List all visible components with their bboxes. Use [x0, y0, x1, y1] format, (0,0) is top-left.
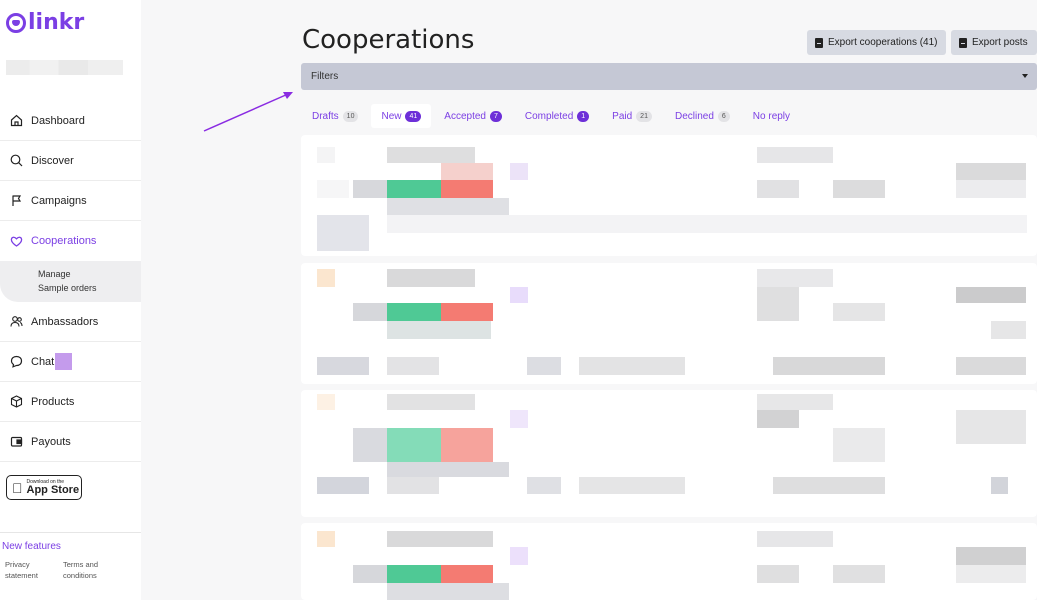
apple-icon:  [12, 481, 23, 495]
sidebar-item-label: Products [31, 395, 75, 408]
sidebar-item-label: Chat [31, 355, 55, 368]
tab-count-badge: 10 [342, 110, 359, 122]
tab-count-badge: 41 [405, 110, 422, 122]
cooperation-card[interactable] [301, 390, 1037, 517]
filters-dropdown[interactable]: Filters [301, 63, 1037, 90]
tab-label: Accepted [444, 110, 486, 122]
tab-count-badge: 6 [717, 110, 730, 122]
sidebar-item-payouts[interactable]: Payouts [0, 422, 141, 462]
brand-name: linkr [28, 10, 85, 35]
sidebar-item-chat[interactable]: Chat [0, 342, 141, 382]
cooperations-subnav: Manage Sample orders [0, 261, 141, 302]
wallet-icon [8, 434, 24, 450]
sidebar-item-label: Campaigns [31, 194, 87, 207]
subnav-item-sample-orders[interactable]: Sample orders [38, 281, 141, 295]
sidebar-item-label: Ambassadors [31, 315, 99, 328]
tab-accepted[interactable]: Accepted 7 [434, 104, 512, 128]
search-icon [8, 153, 24, 169]
sidebar-nav: Dashboard Discover Campaigns Cooperation… [0, 101, 141, 462]
tab-drafts[interactable]: Drafts 10 [302, 104, 368, 128]
tab-new[interactable]: New 41 [371, 104, 432, 128]
document-icon [959, 37, 967, 48]
profile-name-blurred [6, 60, 123, 75]
tab-count-badge: 21 [636, 110, 652, 122]
accept-button-blurred[interactable] [387, 565, 441, 583]
status-tabs: Drafts 10 New 41 Accepted 7 Completed 1 … [302, 104, 803, 128]
export-posts-button[interactable]: Export posts [951, 30, 1037, 55]
export-posts-label: Export posts [972, 37, 1028, 48]
cooperation-card[interactable] [301, 263, 1037, 384]
decline-button-blurred[interactable] [441, 565, 493, 583]
tab-declined[interactable]: Declined 6 [665, 104, 740, 128]
cooperation-card[interactable] [301, 135, 1037, 256]
box-icon [8, 394, 24, 410]
decline-button-blurred[interactable] [441, 180, 493, 198]
tab-label: New [381, 110, 402, 122]
document-icon [815, 37, 823, 48]
export-cooperations-label: Export cooperations (41) [828, 37, 938, 48]
tab-count-badge: 1 [577, 110, 590, 122]
chat-icon [8, 354, 24, 370]
sidebar-item-dashboard[interactable]: Dashboard [0, 101, 141, 141]
app-store-text: Download on the App Store [16, 479, 80, 496]
tab-label: Paid [612, 110, 633, 122]
sidebar-item-products[interactable]: Products [0, 382, 141, 422]
tab-count-badge: 7 [489, 110, 502, 122]
home-icon [8, 113, 24, 129]
users-icon [8, 314, 24, 330]
sidebar-item-campaigns[interactable]: Campaigns [0, 181, 141, 221]
linkr-logo[interactable]: linkr [6, 10, 84, 35]
page-title: Cooperations [302, 25, 475, 55]
sidebar-divider [0, 532, 141, 533]
terms-link[interactable]: Terms and conditions [63, 559, 108, 581]
sidebar: linkr Dashboard Discover Campaigns Coope… [0, 0, 141, 600]
export-cooperations-button[interactable]: Export cooperations (41) [807, 30, 946, 55]
heart-logo-icon [6, 12, 26, 33]
tab-no-reply[interactable]: No reply [743, 104, 800, 128]
privacy-statement-link[interactable]: Privacy statement [5, 559, 50, 581]
filters-label: Filters [311, 71, 339, 82]
accept-button-blurred[interactable] [387, 303, 441, 321]
subnav-item-manage[interactable]: Manage [38, 267, 141, 281]
new-features-link[interactable]: New features [2, 541, 61, 552]
tab-label: Completed [524, 110, 574, 122]
sidebar-item-cooperations[interactable]: Cooperations [0, 221, 141, 261]
sidebar-item-label: Cooperations [31, 235, 97, 247]
tab-label: No reply [752, 110, 791, 122]
tab-label: Drafts [312, 110, 339, 122]
decline-button-blurred[interactable] [441, 428, 493, 462]
sidebar-item-ambassadors[interactable]: Ambassadors [0, 302, 141, 342]
tab-paid[interactable]: Paid 21 [602, 104, 662, 128]
app-store-button[interactable]:  Download on the App Store [6, 475, 82, 500]
cooperation-card[interactable] [301, 523, 1037, 600]
sidebar-item-label: Discover [31, 154, 74, 167]
flag-icon [8, 193, 24, 209]
app-store-big: App Store [16, 483, 80, 496]
heart-icon [8, 233, 24, 249]
sidebar-item-label: Dashboard [31, 114, 85, 127]
decline-button-blurred[interactable] [441, 303, 493, 321]
tab-label: Declined [674, 110, 714, 122]
sidebar-item-label: Payouts [31, 435, 71, 448]
accept-button-blurred[interactable] [387, 428, 441, 462]
accept-button-blurred[interactable] [387, 180, 441, 198]
sidebar-item-discover[interactable]: Discover [0, 141, 141, 181]
tab-completed[interactable]: Completed 1 [515, 104, 599, 128]
caret-down-icon [1022, 74, 1028, 78]
chat-unread-badge [55, 353, 73, 370]
